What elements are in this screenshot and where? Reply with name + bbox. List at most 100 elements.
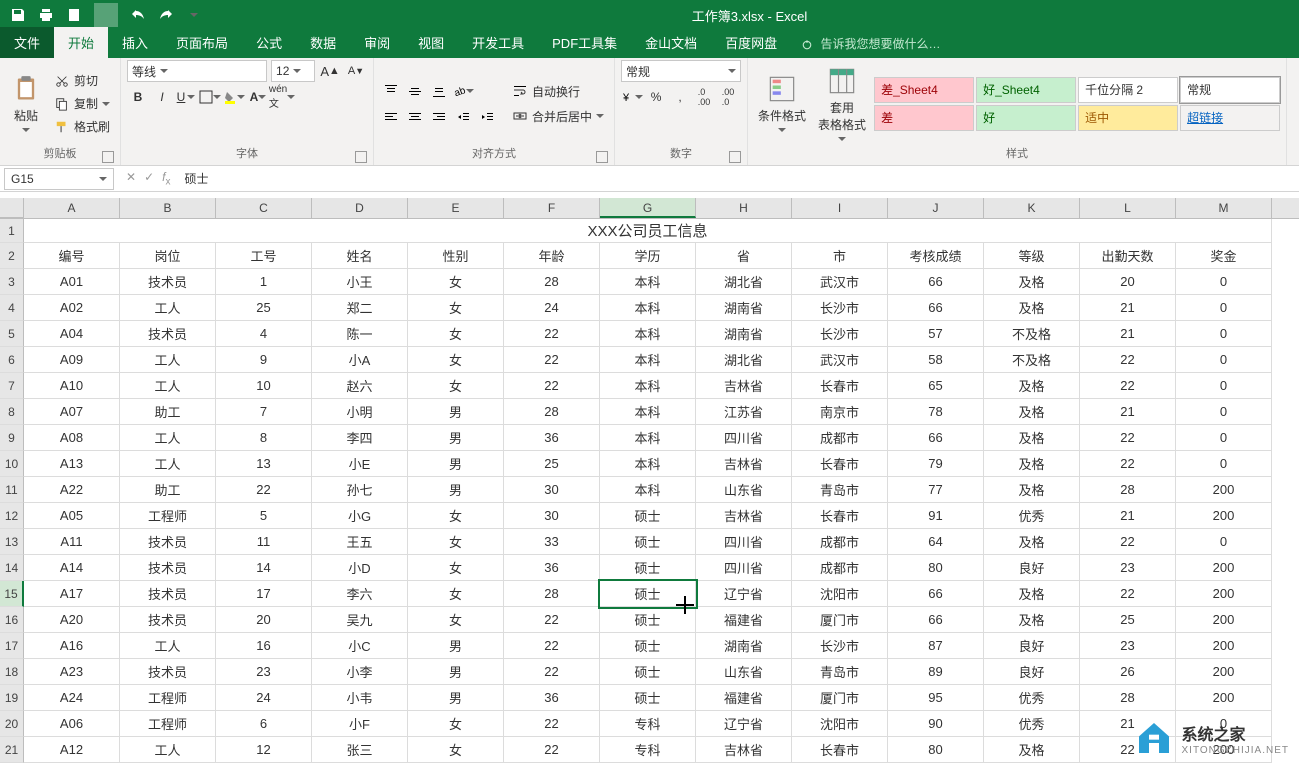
cell[interactable]: 小A — [312, 347, 408, 373]
cell[interactable]: 出勤天数 — [1080, 243, 1176, 269]
cell[interactable]: 22 — [216, 477, 312, 503]
cell-styles-gallery[interactable]: 差_Sheet4 好_Sheet4 千位分隔 2 常规 差 好 适中 超链接 — [874, 77, 1280, 131]
column-header[interactable]: E — [408, 198, 504, 218]
tell-me-box[interactable]: 告诉我您想要做什么… — [791, 29, 950, 58]
cell[interactable]: 91 — [888, 503, 984, 529]
cell[interactable]: 本科 — [600, 477, 696, 503]
cell[interactable]: 专科 — [600, 711, 696, 737]
cell[interactable]: 及格 — [984, 295, 1080, 321]
tab-data[interactable]: 数据 — [296, 27, 350, 58]
style-cell[interactable]: 差 — [874, 105, 974, 131]
cell[interactable]: 28 — [504, 399, 600, 425]
style-cell[interactable]: 好 — [976, 105, 1076, 131]
style-cell[interactable]: 千位分隔 2 — [1078, 77, 1178, 103]
tab-wps[interactable]: 金山文档 — [631, 27, 711, 58]
cell[interactable]: 及格 — [984, 477, 1080, 503]
cell[interactable]: 青岛市 — [792, 477, 888, 503]
merge-center-button[interactable]: 合并后居中 — [508, 106, 608, 127]
column-header[interactable]: J — [888, 198, 984, 218]
cell[interactable]: 26 — [1080, 659, 1176, 685]
cell[interactable]: 0 — [1176, 347, 1272, 373]
cell[interactable]: 女 — [408, 711, 504, 737]
cell[interactable]: 36 — [504, 425, 600, 451]
cell[interactable]: 女 — [408, 529, 504, 555]
cell[interactable]: 长沙市 — [792, 295, 888, 321]
cell[interactable]: 工人 — [120, 295, 216, 321]
cell[interactable]: 23 — [1080, 555, 1176, 581]
select-all-corner[interactable] — [0, 198, 24, 218]
cell[interactable]: 不及格 — [984, 347, 1080, 373]
cell[interactable]: 硕士 — [600, 633, 696, 659]
cell[interactable]: 女 — [408, 373, 504, 399]
cell[interactable]: 学历 — [600, 243, 696, 269]
cell[interactable]: 本科 — [600, 269, 696, 295]
cell[interactable]: A14 — [24, 555, 120, 581]
cell[interactable]: 良好 — [984, 633, 1080, 659]
cancel-icon[interactable]: ✕ — [126, 170, 136, 187]
comma-icon[interactable]: , — [669, 86, 691, 108]
cell[interactable]: 0 — [1176, 399, 1272, 425]
copy-button[interactable]: 复制 — [50, 93, 114, 114]
cell[interactable]: 25 — [1080, 607, 1176, 633]
cell[interactable]: 吴九 — [312, 607, 408, 633]
row-header[interactable]: 11 — [0, 477, 24, 503]
cell[interactable]: 辽宁省 — [696, 711, 792, 737]
cell[interactable]: 成都市 — [792, 425, 888, 451]
cell[interactable]: 20 — [216, 607, 312, 633]
cell[interactable]: A23 — [24, 659, 120, 685]
cell[interactable]: 湖北省 — [696, 347, 792, 373]
cell[interactable]: 小王 — [312, 269, 408, 295]
cell[interactable]: 山东省 — [696, 477, 792, 503]
cell[interactable]: 硕士 — [600, 581, 696, 607]
row-header[interactable]: 12 — [0, 503, 24, 529]
cell[interactable]: 66 — [888, 269, 984, 295]
row-header[interactable]: 8 — [0, 399, 24, 425]
cell[interactable]: 本科 — [600, 373, 696, 399]
decrease-indent-icon[interactable] — [452, 106, 474, 128]
cell[interactable]: 硕士 — [600, 685, 696, 711]
tab-file[interactable]: 文件 — [0, 27, 54, 58]
cell[interactable]: 吉林省 — [696, 737, 792, 763]
cell[interactable]: 江苏省 — [696, 399, 792, 425]
cell[interactable]: A22 — [24, 477, 120, 503]
column-header[interactable]: D — [312, 198, 408, 218]
column-header[interactable]: C — [216, 198, 312, 218]
cell[interactable]: 市 — [792, 243, 888, 269]
cell[interactable]: A02 — [24, 295, 120, 321]
cell[interactable]: 硕士 — [600, 503, 696, 529]
cell[interactable]: 66 — [888, 295, 984, 321]
cell[interactable]: 孙七 — [312, 477, 408, 503]
cell[interactable]: 小F — [312, 711, 408, 737]
cell[interactable]: 厦门市 — [792, 607, 888, 633]
paste-button[interactable]: 粘贴 — [6, 71, 46, 136]
cell[interactable]: 小韦 — [312, 685, 408, 711]
align-bottom-icon[interactable] — [428, 80, 450, 102]
tab-insert[interactable]: 插入 — [108, 27, 162, 58]
cell[interactable]: 女 — [408, 503, 504, 529]
row-header[interactable]: 5 — [0, 321, 24, 347]
italic-icon[interactable]: I — [151, 86, 173, 108]
cell[interactable]: 男 — [408, 633, 504, 659]
row-header[interactable]: 6 — [0, 347, 24, 373]
cell[interactable]: 13 — [216, 451, 312, 477]
cell[interactable]: 及格 — [984, 529, 1080, 555]
cell[interactable]: 22 — [1080, 529, 1176, 555]
align-center-icon[interactable] — [404, 106, 426, 128]
cell[interactable]: 长春市 — [792, 451, 888, 477]
font-size-combo[interactable]: 12 — [271, 60, 315, 82]
cell[interactable]: 小G — [312, 503, 408, 529]
underline-icon[interactable]: U — [175, 86, 197, 108]
row-header[interactable]: 13 — [0, 529, 24, 555]
cell[interactable]: 助工 — [120, 399, 216, 425]
cell[interactable]: 优秀 — [984, 685, 1080, 711]
cell[interactable]: 助工 — [120, 477, 216, 503]
row-header[interactable]: 2 — [0, 243, 24, 269]
orientation-icon[interactable]: ab — [452, 80, 474, 102]
cell[interactable]: 28 — [1080, 477, 1176, 503]
cell[interactable]: A08 — [24, 425, 120, 451]
cell[interactable]: 22 — [1080, 581, 1176, 607]
cell[interactable]: 专科 — [600, 737, 696, 763]
decrease-font-icon[interactable]: A▼ — [345, 60, 367, 82]
cell[interactable]: 张三 — [312, 737, 408, 763]
cell[interactable]: 福建省 — [696, 685, 792, 711]
